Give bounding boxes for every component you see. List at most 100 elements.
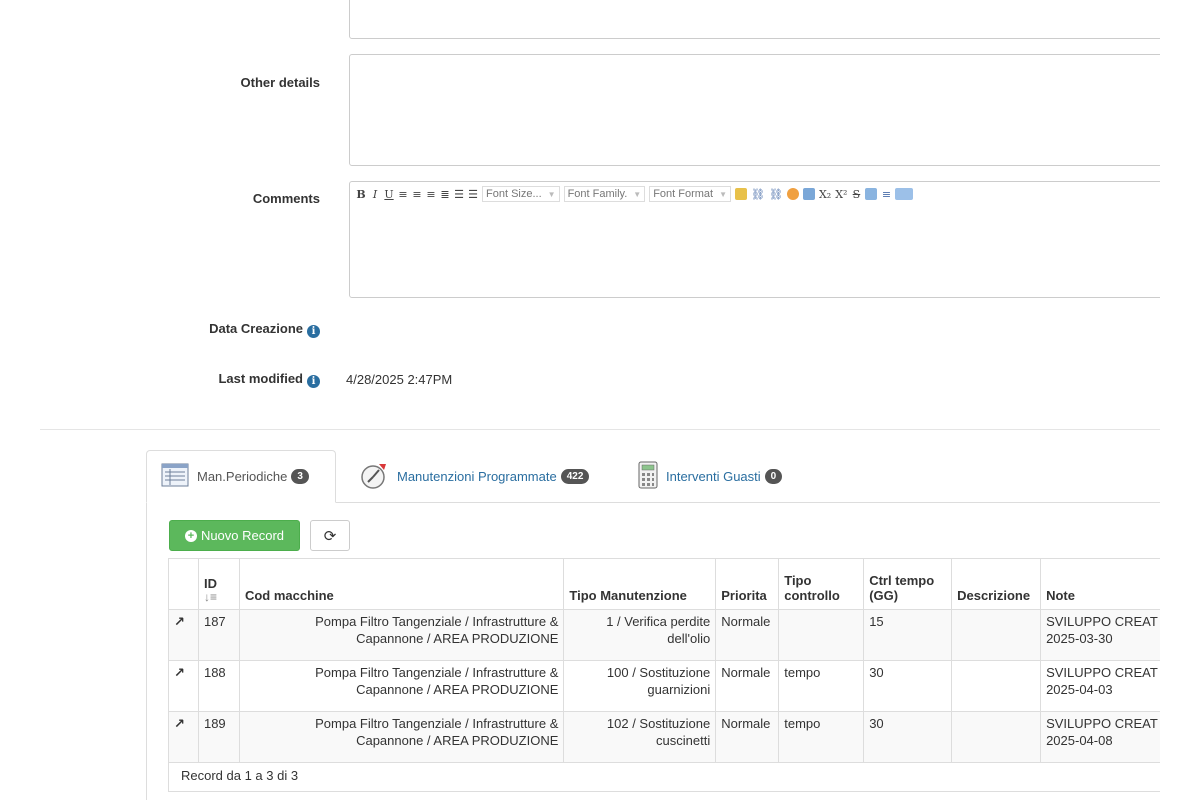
header-note[interactable]: Note bbox=[1040, 558, 1160, 610]
cell-ctrl-tempo: 30 bbox=[863, 711, 953, 763]
table-header-row: ID ↓≡ Cod macchine Tipo Manutenzione Prio… bbox=[168, 558, 1160, 610]
tab-count-badge: 422 bbox=[560, 469, 590, 484]
ordered-list-icon[interactable]: ☰ bbox=[454, 188, 464, 201]
info-icon[interactable]: i bbox=[307, 375, 320, 388]
cell-text: 2025-04-03 bbox=[1046, 682, 1113, 697]
underline-button[interactable]: U bbox=[384, 188, 394, 201]
cell-text: Capannone / AREA PRODUZIONE bbox=[356, 682, 559, 697]
created-field: Data Creazione i bbox=[0, 321, 320, 338]
cell-priorita: Normale bbox=[715, 609, 780, 661]
align-right-icon[interactable]: ≡ bbox=[426, 188, 436, 201]
cell-descrizione bbox=[951, 660, 1042, 712]
cell-priorita: Normale bbox=[715, 660, 780, 712]
bold-button[interactable]: B bbox=[356, 188, 366, 201]
link-icon[interactable]: ⛓ bbox=[751, 188, 765, 201]
cell-cod: Pompa Filtro Tangenziale / Infrastruttur… bbox=[238, 660, 565, 712]
tab-manutenzioni-programmate[interactable]: Manutenzioni Programmate 422 bbox=[345, 450, 603, 503]
cell-text: cuscinetti bbox=[656, 733, 711, 748]
unordered-list-icon[interactable]: ☰ bbox=[468, 188, 478, 201]
info-icon[interactable]: i bbox=[307, 325, 320, 338]
header-id[interactable]: ID ↓≡ bbox=[197, 558, 240, 610]
tab-interventi-guasti[interactable]: Interventi Guasti 0 bbox=[624, 450, 796, 503]
cell-tipo-controllo: tempo bbox=[778, 711, 865, 763]
font-size-select[interactable]: Font Size... ▼ bbox=[482, 186, 560, 202]
top-input[interactable] bbox=[349, 0, 1160, 39]
unlink-icon[interactable]: ⛓ bbox=[769, 188, 783, 201]
cell-id: 189 bbox=[197, 711, 240, 763]
cell-priorita: Normale bbox=[715, 711, 780, 763]
header-cod-macchine[interactable]: Cod macchine bbox=[238, 558, 565, 610]
cell-tipo-controllo bbox=[778, 609, 865, 661]
horizontal-rule-icon[interactable]: ≡ bbox=[881, 188, 891, 201]
font-family-select[interactable]: Font Family. ▼ bbox=[563, 186, 646, 202]
cell-text: 1 / Verifica perdite bbox=[606, 614, 711, 629]
header-label: controllo bbox=[784, 588, 840, 603]
header-id-label: ID bbox=[203, 576, 217, 591]
html-source-icon[interactable] bbox=[895, 188, 914, 200]
header-descrizione[interactable]: Descrizione bbox=[951, 558, 1042, 610]
header-actions bbox=[168, 558, 199, 610]
modified-field: Last modified i bbox=[0, 371, 320, 388]
cell-note: SVILUPPO CREAT 2025-04-03 bbox=[1040, 660, 1160, 712]
align-justify-icon[interactable]: ≣ bbox=[440, 188, 450, 201]
clear-format-icon[interactable] bbox=[865, 188, 878, 200]
header-label: Tipo bbox=[784, 573, 812, 588]
strike-button[interactable]: S bbox=[851, 188, 861, 201]
header-priorita[interactable]: Priorita bbox=[715, 558, 780, 610]
align-center-icon[interactable]: ≡ bbox=[412, 188, 422, 201]
header-ctrl-tempo[interactable]: Ctrl tempo (GG) bbox=[863, 558, 953, 610]
sort-desc-icon[interactable]: ↓≡ bbox=[204, 591, 234, 603]
records-table: ID ↓≡ Cod macchine Tipo Manutenzione Prio… bbox=[168, 558, 1160, 763]
subscript-button[interactable]: X₂ bbox=[819, 188, 831, 201]
cell-text: SVILUPPO CREAT bbox=[1046, 716, 1158, 731]
cell-id: 188 bbox=[197, 660, 240, 712]
italic-button[interactable]: I bbox=[370, 188, 380, 201]
table-row: ↗ 189 Pompa Filtro Tangenziale / Infrast… bbox=[168, 711, 1160, 763]
tab-label: Man.Periodiche bbox=[197, 469, 288, 484]
header-tipo-controllo[interactable]: Tipo controllo bbox=[778, 558, 865, 610]
cell-note: SVILUPPO CREAT 2025-03-30 bbox=[1040, 609, 1160, 661]
cell-tipo: 100 / Sostituzione guarnizioni bbox=[563, 660, 717, 712]
cell-text: Capannone / AREA PRODUZIONE bbox=[356, 631, 559, 646]
external-link-icon[interactable]: ↗ bbox=[174, 716, 185, 731]
tab-man-periodiche[interactable]: Man.Periodiche 3 bbox=[146, 450, 336, 503]
other-details-textarea[interactable] bbox=[349, 54, 1160, 166]
header-tipo-manutenzione[interactable]: Tipo Manutenzione bbox=[563, 558, 717, 610]
tools-icon bbox=[359, 461, 389, 492]
comments-label: Comments bbox=[252, 191, 320, 206]
align-left-icon[interactable]: ≡ bbox=[398, 188, 408, 201]
header-label: Ctrl tempo bbox=[869, 573, 935, 588]
refresh-button[interactable]: ⟳ bbox=[310, 520, 350, 551]
cell-cod: Pompa Filtro Tangenziale / Infrastruttur… bbox=[238, 711, 565, 763]
image-icon[interactable] bbox=[802, 188, 815, 200]
chevron-down-icon: ▼ bbox=[633, 189, 642, 199]
cell-text: SVILUPPO CREAT bbox=[1046, 665, 1158, 680]
row-open-link[interactable]: ↗ bbox=[168, 711, 199, 763]
other-details-label: Other details bbox=[240, 75, 320, 90]
emoticon-icon[interactable] bbox=[786, 188, 799, 200]
cell-text: Pompa Filtro Tangenziale / Infrastruttur… bbox=[315, 716, 559, 731]
cell-ctrl-tempo: 15 bbox=[863, 609, 953, 661]
external-link-icon[interactable]: ↗ bbox=[174, 665, 185, 680]
created-label: Data Creazione bbox=[209, 321, 303, 336]
table-row: ↗ 188 Pompa Filtro Tangenziale / Infrast… bbox=[168, 660, 1160, 712]
modified-value: 4/28/2025 2:47PM bbox=[346, 372, 453, 387]
tab-label: Interventi Guasti bbox=[666, 469, 761, 484]
row-open-link[interactable]: ↗ bbox=[168, 660, 199, 712]
cell-cod: Pompa Filtro Tangenziale / Infrastruttur… bbox=[238, 609, 565, 661]
superscript-button[interactable]: X² bbox=[835, 188, 847, 201]
new-record-button[interactable]: + Nuovo Record bbox=[169, 520, 300, 551]
refresh-icon: ⟳ bbox=[323, 527, 337, 545]
row-open-link[interactable]: ↗ bbox=[168, 609, 199, 661]
chevron-down-icon: ▼ bbox=[719, 189, 728, 199]
edit-icon[interactable] bbox=[735, 188, 748, 200]
font-format-select[interactable]: Font Format ▼ bbox=[649, 186, 732, 202]
calculator-icon bbox=[638, 461, 658, 492]
font-format-label: Font Format bbox=[653, 188, 714, 200]
external-link-icon[interactable]: ↗ bbox=[174, 614, 185, 629]
chevron-down-icon: ▼ bbox=[547, 189, 556, 199]
plus-circle-icon: + bbox=[184, 529, 197, 542]
cell-tipo: 102 / Sostituzione cuscinetti bbox=[563, 711, 717, 763]
cell-text: guarnizioni bbox=[647, 682, 711, 697]
cell-text: 2025-03-30 bbox=[1046, 631, 1113, 646]
